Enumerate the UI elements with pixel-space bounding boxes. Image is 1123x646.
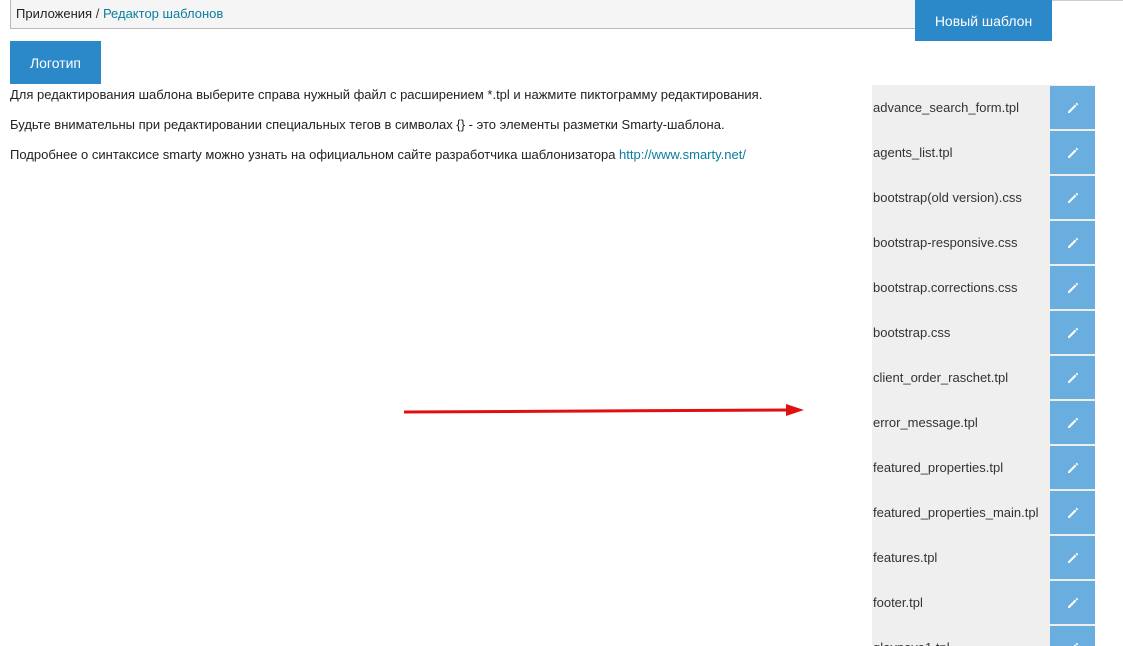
edit-file-button[interactable] — [1050, 626, 1095, 646]
info-line-3: Подробнее о синтаксисе smarty можно узна… — [10, 148, 850, 178]
edit-file-button[interactable] — [1050, 581, 1095, 624]
edit-file-button[interactable] — [1050, 266, 1095, 309]
file-name: featured_properties.tpl — [873, 460, 1004, 475]
edit-file-button[interactable] — [1050, 401, 1095, 444]
file-name: agents_list.tpl — [873, 145, 953, 160]
pencil-icon — [1066, 596, 1080, 610]
file-row: features.tpl — [872, 535, 1095, 580]
edit-file-button[interactable] — [1050, 131, 1095, 174]
file-name: bootstrap.corrections.css — [873, 280, 1018, 295]
file-row: bootstrap(old version).css — [872, 175, 1095, 220]
edit-file-button[interactable] — [1050, 221, 1095, 264]
pencil-icon — [1066, 461, 1080, 475]
file-row: glavnaya1.tpl — [872, 625, 1095, 646]
smarty-link[interactable]: http://www.smarty.net/ — [619, 147, 746, 162]
pencil-icon — [1066, 641, 1080, 646]
file-name: error_message.tpl — [873, 415, 978, 430]
pencil-icon — [1066, 506, 1080, 520]
file-name: bootstrap-responsive.css — [873, 235, 1018, 250]
file-row: client_order_raschet.tpl — [872, 355, 1095, 400]
info-text: Для редактирования шаблона выберите спра… — [10, 88, 850, 178]
file-row: featured_properties_main.tpl — [872, 490, 1095, 535]
file-row: bootstrap.corrections.css — [872, 265, 1095, 310]
file-name: bootstrap(old version).css — [873, 190, 1022, 205]
pencil-icon — [1066, 551, 1080, 565]
pencil-icon — [1066, 146, 1080, 160]
file-name: glavnaya1.tpl — [872, 640, 1050, 646]
edit-file-button[interactable] — [1050, 536, 1095, 579]
edit-file-button[interactable] — [1050, 446, 1095, 489]
pencil-icon — [1066, 416, 1080, 430]
file-name: advance_search_form.tpl — [873, 100, 1019, 115]
breadcrumb: Приложения / Редактор шаблонов — [10, 0, 924, 29]
file-row: agents_list.tpl — [872, 130, 1095, 175]
breadcrumb-current[interactable]: Редактор шаблонов — [103, 6, 223, 21]
pencil-icon — [1066, 236, 1080, 250]
breadcrumb-root[interactable]: Приложения — [16, 6, 92, 21]
file-name: client_order_raschet.tpl — [873, 370, 1009, 385]
file-name: featured_properties_main.tpl — [873, 505, 1039, 520]
file-row: advance_search_form.tpl — [872, 85, 1095, 130]
new-template-button[interactable]: Новый шаблон — [915, 0, 1052, 41]
pencil-icon — [1066, 281, 1080, 295]
file-row: bootstrap.css — [872, 310, 1095, 355]
file-row: footer.tpl — [872, 580, 1095, 625]
file-row: bootstrap-responsive.css — [872, 220, 1095, 265]
edit-file-button[interactable] — [1050, 311, 1095, 354]
file-name: bootstrap.css — [873, 325, 951, 340]
info-line-3-text: Подробнее о синтаксисе smarty можно узна… — [10, 147, 616, 162]
logo-button[interactable]: Логотип — [10, 41, 101, 84]
pencil-icon — [1066, 191, 1080, 205]
pencil-icon — [1066, 326, 1080, 340]
edit-file-button[interactable] — [1050, 176, 1095, 219]
file-row: error_message.tpl — [872, 400, 1095, 445]
info-line-1: Для редактирования шаблона выберите спра… — [10, 87, 763, 102]
page: Приложения / Редактор шаблонов Новый шаб… — [0, 0, 1123, 646]
info-line-2: Будьте внимательны при редактировании сп… — [10, 117, 725, 132]
annotation-arrow — [403, 404, 804, 416]
file-row: featured_properties.tpl — [872, 445, 1095, 490]
file-name: footer.tpl — [873, 595, 923, 610]
breadcrumb-separator: / — [95, 6, 100, 21]
edit-file-button[interactable] — [1050, 356, 1095, 399]
pencil-icon — [1066, 371, 1080, 385]
pencil-icon — [1066, 101, 1080, 115]
template-file-list: advance_search_form.tpl agents_list.tplbo… — [872, 85, 1095, 646]
edit-file-button[interactable] — [1050, 491, 1095, 534]
edit-file-button[interactable] — [1050, 86, 1095, 129]
file-name: features.tpl — [873, 550, 938, 565]
